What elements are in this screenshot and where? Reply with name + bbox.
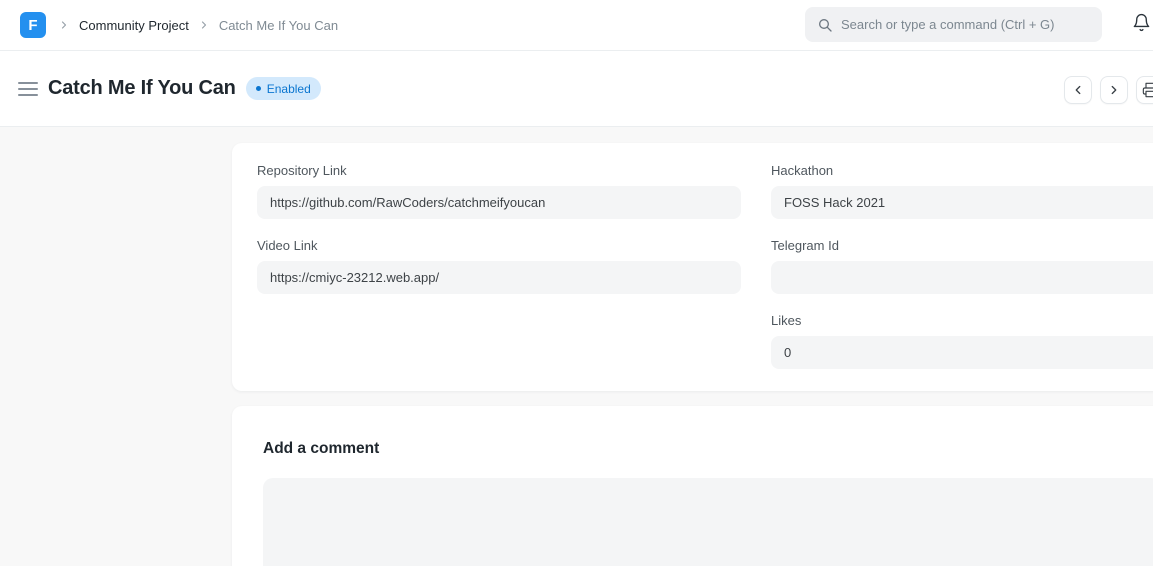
likes-input[interactable] (771, 336, 1153, 369)
frappe-logo[interactable]: F (20, 12, 46, 38)
field-likes: Likes (771, 313, 1153, 369)
telegram-id-input[interactable] (771, 261, 1153, 294)
next-document-button[interactable] (1100, 76, 1128, 104)
comment-section-card: Add a comment (232, 406, 1153, 566)
field-repository-link: Repository Link (257, 163, 741, 219)
previous-document-button[interactable] (1064, 76, 1092, 104)
form-section-card: Repository Link Hackathon Video Link Tel… (232, 143, 1153, 391)
print-button[interactable] (1136, 76, 1153, 104)
status-badge: Enabled (246, 77, 321, 100)
field-video-link: Video Link (257, 238, 741, 294)
video-link-input[interactable] (257, 261, 741, 294)
likes-label: Likes (771, 313, 1153, 328)
app-window: F Community Project Catch Me If You Can … (0, 0, 1153, 566)
field-telegram-id: Telegram Id (771, 238, 1153, 294)
breadcrumb-item-current[interactable]: Catch Me If You Can (219, 18, 338, 33)
chevron-left-icon (1071, 83, 1085, 97)
status-dot-icon (256, 86, 261, 91)
status-badge-label: Enabled (267, 82, 311, 96)
hamburger-icon[interactable] (18, 82, 38, 96)
search-input[interactable] (841, 17, 1090, 32)
search-icon (817, 17, 833, 33)
field-hackathon: Hackathon (771, 163, 1153, 219)
hackathon-input[interactable] (771, 186, 1153, 219)
breadcrumb-item-community-project[interactable]: Community Project (79, 18, 189, 33)
printer-icon (1142, 82, 1153, 98)
frappe-logo-letter: F (28, 17, 37, 34)
chevron-right-icon (1107, 83, 1121, 97)
bell-icon[interactable] (1132, 13, 1151, 32)
add-comment-heading: Add a comment (263, 439, 1153, 458)
repository-link-input[interactable] (257, 186, 741, 219)
navbar: F Community Project Catch Me If You Can (0, 0, 1153, 51)
document-nav-actions (1064, 76, 1153, 104)
telegram-id-label: Telegram Id (771, 238, 1153, 253)
video-link-label: Video Link (257, 238, 741, 253)
chevron-right-icon (198, 19, 210, 31)
repository-link-label: Repository Link (257, 163, 741, 178)
comment-input[interactable] (263, 478, 1153, 566)
form-grid: Repository Link Hackathon Video Link Tel… (257, 163, 1153, 369)
page-title: Catch Me If You Can (48, 77, 236, 100)
chevron-right-icon (58, 19, 70, 31)
page-head: Catch Me If You Can Enabled (0, 51, 1153, 127)
hackathon-label: Hackathon (771, 163, 1153, 178)
global-search[interactable] (805, 7, 1102, 42)
